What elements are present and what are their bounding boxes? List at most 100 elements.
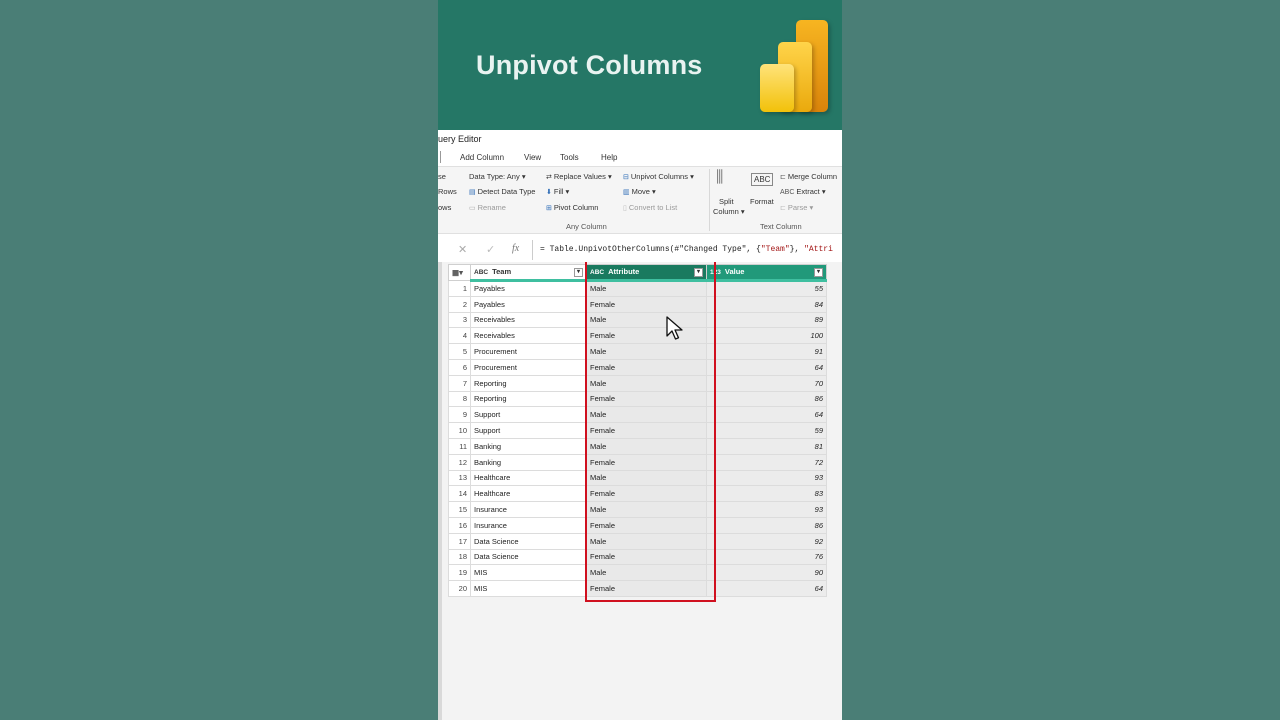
row-number[interactable]: 2 — [448, 295, 471, 313]
row-number[interactable]: 19 — [448, 564, 471, 582]
table-row[interactable]: 17 Data Science Male 92 — [448, 532, 827, 550]
team-cell[interactable]: Reporting — [470, 374, 587, 392]
row-number[interactable]: 3 — [448, 311, 471, 329]
value-cell[interactable]: 70 — [706, 374, 827, 392]
pivot-column-button[interactable]: ⊞ Pivot Column — [546, 203, 598, 212]
value-cell[interactable]: 59 — [706, 422, 827, 439]
value-cell[interactable]: 72 — [706, 453, 827, 471]
column-header-team[interactable]: ABC Team ▾ — [470, 264, 587, 282]
attribute-cell[interactable]: Female — [586, 422, 707, 439]
row-number[interactable]: 14 — [448, 485, 471, 503]
table-row[interactable]: 2 Payables Female 84 — [448, 295, 827, 313]
attribute-cell[interactable]: Male — [586, 406, 707, 424]
row-number[interactable]: 4 — [448, 327, 471, 345]
ribbon-cut-item-2[interactable]: Rows — [438, 187, 457, 196]
attribute-cell[interactable]: Female — [586, 453, 707, 471]
row-number[interactable]: 16 — [448, 516, 471, 534]
replace-values-button[interactable]: ⇄ Replace Values ▾ — [546, 172, 612, 181]
team-cell[interactable]: Healthcare — [470, 469, 587, 487]
team-cell[interactable]: Reporting — [470, 390, 587, 408]
table-row[interactable]: 6 Procurement Female 64 — [448, 358, 827, 376]
format-button[interactable]: Format — [750, 197, 774, 206]
parse-button[interactable]: ⊏ Parse ▾ — [780, 203, 813, 212]
table-row[interactable]: 7 Reporting Male 70 — [448, 374, 827, 392]
value-cell[interactable]: 83 — [706, 485, 827, 503]
value-cell[interactable]: 100 — [706, 327, 827, 345]
team-cell[interactable]: Support — [470, 422, 587, 439]
table-row[interactable]: 1 Payables Male 55 — [448, 280, 827, 297]
table-row[interactable]: 8 Reporting Female 86 — [448, 390, 827, 408]
table-row[interactable]: 12 Banking Female 72 — [448, 453, 827, 471]
team-cell[interactable]: Data Science — [470, 548, 587, 566]
table-menu-icon[interactable]: ▦▾ — [448, 264, 471, 281]
attribute-cell[interactable]: Male — [586, 343, 707, 360]
value-cell[interactable]: 81 — [706, 437, 827, 455]
row-number[interactable]: 15 — [448, 501, 471, 518]
table-row[interactable]: 20 MIS Female 64 — [448, 580, 827, 597]
table-row[interactable]: 9 Support Male 64 — [448, 406, 827, 424]
table-row[interactable]: 5 Procurement Male 91 — [448, 343, 827, 360]
rename-button[interactable]: ▭ Rename — [469, 203, 506, 212]
fx-icon[interactable]: fx — [512, 243, 519, 254]
value-cell[interactable]: 89 — [706, 311, 827, 329]
team-cell[interactable]: Procurement — [470, 358, 587, 376]
attribute-cell[interactable]: Female — [586, 580, 707, 597]
data-type-dropdown[interactable]: Data Type: Any ▾ — [469, 172, 526, 181]
unpivot-columns-button[interactable]: ⊟ Unpivot Columns ▾ — [623, 172, 694, 181]
value-cell[interactable]: 93 — [706, 501, 827, 518]
formula-input[interactable]: = Table.UnpivotOtherColumns(#"Changed Ty… — [540, 245, 833, 254]
tab-view[interactable]: View — [524, 153, 541, 162]
split-column-button[interactable]: Split — [719, 197, 734, 206]
tab-help[interactable]: Help — [601, 153, 617, 162]
attribute-cell[interactable]: Male — [586, 374, 707, 392]
table-row[interactable]: 4 Receivables Female 100 — [448, 327, 827, 345]
attribute-cell[interactable]: Male — [586, 311, 707, 329]
attribute-cell[interactable]: Female — [586, 516, 707, 534]
attribute-cell[interactable]: Male — [586, 469, 707, 487]
attribute-cell[interactable]: Female — [586, 485, 707, 503]
table-row[interactable]: 10 Support Female 59 — [448, 422, 827, 439]
team-cell[interactable]: Receivables — [470, 327, 587, 345]
row-number[interactable]: 6 — [448, 358, 471, 376]
merge-columns-button[interactable]: ⊏ Merge Column — [780, 172, 837, 181]
ribbon-cut-item-1[interactable]: se — [438, 172, 446, 181]
value-cell[interactable]: 92 — [706, 532, 827, 550]
filter-dropdown-icon[interactable]: ▾ — [814, 268, 823, 277]
table-row[interactable]: 13 Healthcare Male 93 — [448, 469, 827, 487]
attribute-cell[interactable]: Male — [586, 280, 707, 297]
detect-data-type-button[interactable]: ▤ Detect Data Type — [469, 187, 535, 196]
row-number[interactable]: 17 — [448, 532, 471, 550]
table-row[interactable]: 11 Banking Male 81 — [448, 437, 827, 455]
row-number[interactable]: 18 — [448, 548, 471, 566]
value-cell[interactable]: 64 — [706, 580, 827, 597]
value-cell[interactable]: 64 — [706, 406, 827, 424]
row-number[interactable]: 9 — [448, 406, 471, 424]
table-row[interactable]: 3 Receivables Male 89 — [448, 311, 827, 329]
table-row[interactable]: 16 Insurance Female 86 — [448, 516, 827, 534]
row-number[interactable]: 20 — [448, 580, 471, 597]
attribute-cell[interactable]: Female — [586, 295, 707, 313]
attribute-cell[interactable]: Male — [586, 532, 707, 550]
filter-dropdown-icon[interactable]: ▾ — [694, 268, 703, 277]
team-cell[interactable]: Insurance — [470, 501, 587, 518]
table-row[interactable]: 15 Insurance Male 93 — [448, 501, 827, 518]
team-cell[interactable]: Procurement — [470, 343, 587, 360]
row-number[interactable]: 7 — [448, 374, 471, 392]
tab-add-column[interactable]: Add Column — [460, 153, 504, 162]
value-cell[interactable]: 86 — [706, 390, 827, 408]
row-number[interactable]: 10 — [448, 422, 471, 439]
team-cell[interactable]: Banking — [470, 453, 587, 471]
tab-tools[interactable]: Tools — [560, 153, 579, 162]
value-cell[interactable]: 64 — [706, 358, 827, 376]
fill-button[interactable]: ⬇ Fill ▾ — [546, 187, 569, 196]
row-number[interactable]: 11 — [448, 437, 471, 455]
attribute-cell[interactable]: Female — [586, 390, 707, 408]
team-cell[interactable]: Receivables — [470, 311, 587, 329]
ribbon-cut-item-3[interactable]: ows — [438, 203, 451, 212]
team-cell[interactable]: Banking — [470, 437, 587, 455]
column-header-attribute[interactable]: ABC Attribute ▾ — [586, 264, 707, 282]
row-number[interactable]: 1 — [448, 280, 471, 297]
confirm-formula-icon[interactable]: ✓ — [486, 243, 495, 256]
move-button[interactable]: ▥ Move ▾ — [623, 187, 656, 196]
team-cell[interactable]: Healthcare — [470, 485, 587, 503]
